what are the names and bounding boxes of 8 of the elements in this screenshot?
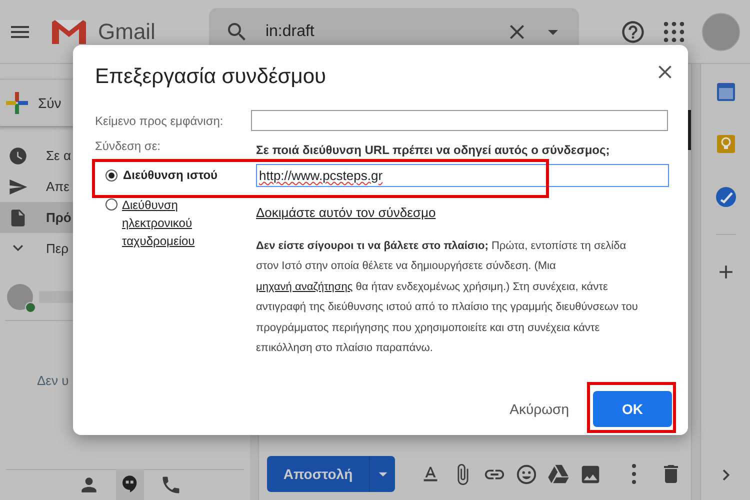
app-name: Gmail <box>98 18 156 44</box>
field-label: Κείμενο προς εμφάνιση: <box>95 114 224 128</box>
help-text: Δεν είστε σίγουροι τι να βάλετε στο πλαίσιο; Πρώτα, εντοπίστε τη σελίδα στον Ιστό στην οποία θέλετε να δημιουργήσετε σύνδεση. (Μια μηχανή αναζήτησης θα ήταν ενδεχομένως χρήσιμη.) Στη συνέχεια, κάντε αντιγραφή της διεύθυνσης ιστού από το πλαίσιο της γραμμής διευθύνσεων του προγράμματος περιήγησης που χρησιμοποιείτε και στη συνέχεια κάντε επικόλληση στο πλαίσιο παραπάνω. <box>256 239 639 356</box>
dialog-title: Επεξεργασία συνδέσμου <box>95 65 326 89</box>
hangouts-message: Δεν υ <box>37 373 70 388</box>
url-prompt: Σε ποιά διεύθυνση URL πρέπει να οδηγεί αυτός ο σύνδεσμος; <box>256 143 611 157</box>
search-query: in:draft <box>265 22 316 40</box>
section-label: Σύνδεση σε: <box>95 139 162 153</box>
